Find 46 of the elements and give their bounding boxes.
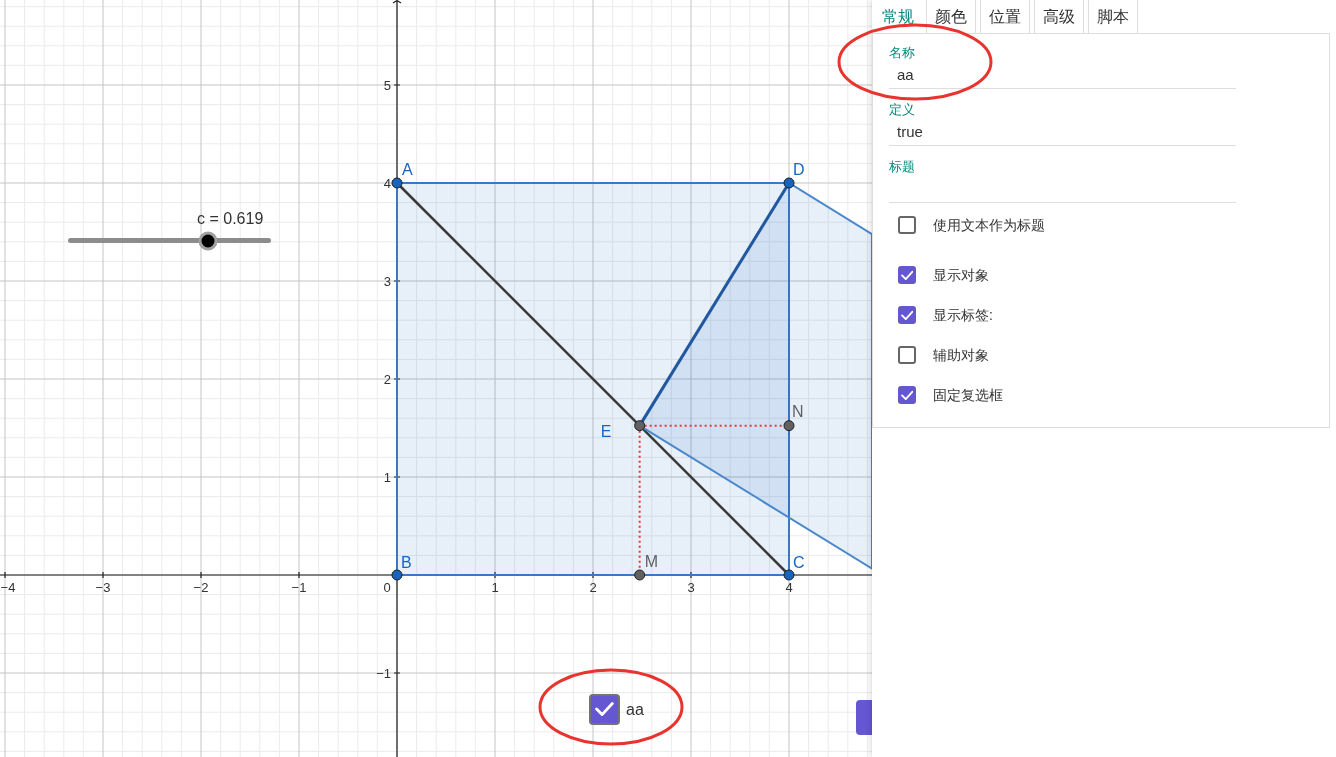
option-label: 显示对象 [933, 266, 989, 285]
axis-label: −3 [95, 580, 111, 595]
option-label: 显示标签: [933, 306, 993, 325]
slider-label: c = 0.619 [197, 209, 264, 229]
checkmark-icon [900, 269, 914, 281]
field-label: 标题 [889, 159, 916, 175]
checkmark-icon [595, 701, 614, 718]
axis-label: 2 [383, 372, 391, 387]
checkbox[interactable] [898, 386, 916, 404]
text-field[interactable]: aa [889, 61, 1236, 89]
slider-thumb[interactable] [198, 231, 218, 250]
field-label: 定义 [889, 102, 916, 118]
point-label: D [793, 161, 805, 178]
axis-label: 2 [589, 580, 597, 595]
axis-label: 1 [383, 470, 391, 485]
axis-label: 5 [383, 78, 391, 93]
checkbox[interactable] [898, 306, 916, 324]
field-label: 名称 [889, 45, 916, 61]
checkbox-label: aa [626, 699, 644, 720]
point-label: N [792, 402, 804, 420]
checkmark-icon [900, 389, 914, 401]
axis-label: −2 [193, 580, 209, 595]
checkmark-icon [900, 309, 914, 321]
axis-label: 4 [785, 580, 793, 595]
point-label: C [793, 554, 805, 571]
axis-label: 1 [491, 580, 499, 595]
point-label: A [402, 161, 413, 178]
axis-label: 0 [383, 580, 391, 595]
checkbox[interactable] [589, 694, 620, 725]
option-label: 固定复选框 [933, 386, 1003, 405]
tab[interactable]: 颜色 [926, 0, 976, 33]
checkbox[interactable] [898, 346, 916, 364]
tab[interactable]: 脚本 [1088, 0, 1138, 33]
axis-label: 3 [383, 274, 391, 289]
text-field[interactable]: true [889, 118, 1236, 146]
checkbox[interactable] [898, 216, 916, 234]
axis-label: 4 [383, 176, 391, 191]
axis-label: −4 [0, 580, 16, 595]
axis-label: 3 [687, 580, 695, 595]
axis-label: −1 [291, 580, 307, 595]
option-label: 使用文本作为标题 [933, 216, 1045, 235]
option-label: 辅助对象 [933, 346, 989, 365]
tab[interactable]: 高级 [1034, 0, 1084, 33]
tab[interactable]: 位置 [980, 0, 1030, 33]
axis-label: −1 [376, 666, 391, 681]
checkbox[interactable] [898, 266, 916, 284]
